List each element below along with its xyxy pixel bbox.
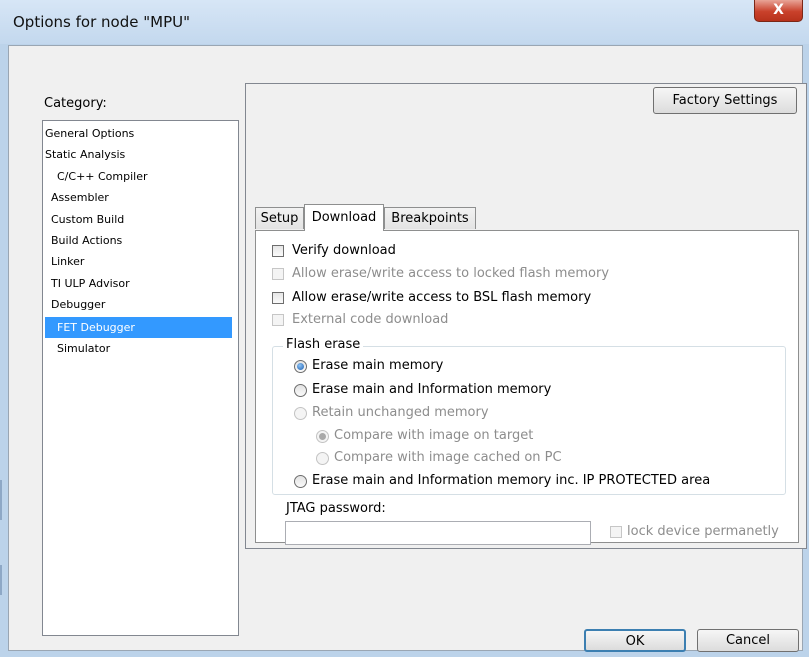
external-code-download-checkbox[interactable] [272, 314, 284, 326]
erase-ip-protected-label: Erase main and Information memory inc. I… [312, 473, 711, 488]
close-button[interactable]: X [754, 0, 803, 22]
flash-erase-legend: Flash erase [283, 337, 364, 352]
category-tree[interactable]: General Options Static Analysis C/C++ Co… [42, 120, 239, 636]
tree-item-static-analysis[interactable]: Static Analysis [45, 144, 125, 165]
tab-breakpoints[interactable]: Breakpoints [384, 207, 476, 229]
tree-item-fet-debugger[interactable]: FET Debugger [45, 317, 232, 338]
close-icon: X [773, 2, 784, 18]
dialog-window: Options for node "MPU" X Category: Gener… [0, 0, 809, 657]
ok-button[interactable]: OK [584, 629, 686, 652]
erase-main-info-label: Erase main and Information memory [312, 382, 552, 397]
lock-device-checkbox[interactable] [610, 526, 622, 538]
frame-edge-mark [0, 480, 2, 520]
dialog-client-area: Category: General Options Static Analysi… [8, 45, 807, 652]
tab-download[interactable]: Download [304, 204, 384, 231]
frame-edge-mark [0, 565, 2, 595]
erase-ip-protected-radio[interactable] [294, 475, 307, 488]
window-title: Options for node "MPU" [13, 13, 191, 31]
lock-device-label: lock device permanetly [627, 524, 779, 539]
factory-settings-button[interactable]: Factory Settings [653, 87, 797, 114]
erase-main-info-radio[interactable] [294, 384, 307, 397]
locked-flash-checkbox[interactable] [272, 268, 284, 280]
external-code-download-label: External code download [292, 312, 449, 327]
erase-main-memory-radio[interactable] [294, 360, 307, 373]
tree-item-ti-ulp-advisor[interactable]: TI ULP Advisor [51, 273, 130, 294]
tree-item-debugger[interactable]: Debugger [51, 294, 105, 315]
retain-unchanged-radio[interactable] [294, 407, 307, 420]
tree-item-simulator[interactable]: Simulator [57, 338, 110, 359]
tab-setup[interactable]: Setup [255, 207, 304, 229]
tree-item-assembler[interactable]: Assembler [51, 187, 109, 208]
tree-item-linker[interactable]: Linker [51, 251, 84, 272]
verify-download-checkbox[interactable] [272, 245, 284, 257]
bsl-flash-checkbox[interactable] [272, 292, 284, 304]
erase-main-memory-label: Erase main memory [312, 358, 444, 373]
compare-pc-label: Compare with image cached on PC [334, 450, 562, 465]
retain-unchanged-label: Retain unchanged memory [312, 405, 489, 420]
tree-item-build-actions[interactable]: Build Actions [51, 230, 122, 251]
cancel-button[interactable]: Cancel [697, 629, 799, 652]
bsl-flash-label: Allow erase/write access to BSL flash me… [292, 290, 592, 305]
options-panel: Factory Settings Setup Download Breakpoi… [245, 83, 807, 549]
compare-target-radio[interactable] [316, 430, 329, 443]
compare-target-label: Compare with image on target [334, 428, 534, 443]
locked-flash-label: Allow erase/write access to locked flash… [292, 266, 610, 281]
tree-item-general-options[interactable]: General Options [45, 123, 134, 144]
jtag-password-label: JTAG password: [286, 501, 386, 516]
jtag-password-input[interactable] [285, 521, 591, 545]
tree-item-c-compiler[interactable]: C/C++ Compiler [57, 166, 148, 187]
category-label: Category: [44, 96, 107, 111]
verify-download-label: Verify download [292, 243, 396, 258]
download-tab-content: Verify download Allow erase/write access… [255, 230, 799, 545]
compare-pc-radio[interactable] [316, 452, 329, 465]
title-bar[interactable]: Options for node "MPU" X [0, 0, 809, 44]
tree-item-custom-build[interactable]: Custom Build [51, 209, 124, 230]
